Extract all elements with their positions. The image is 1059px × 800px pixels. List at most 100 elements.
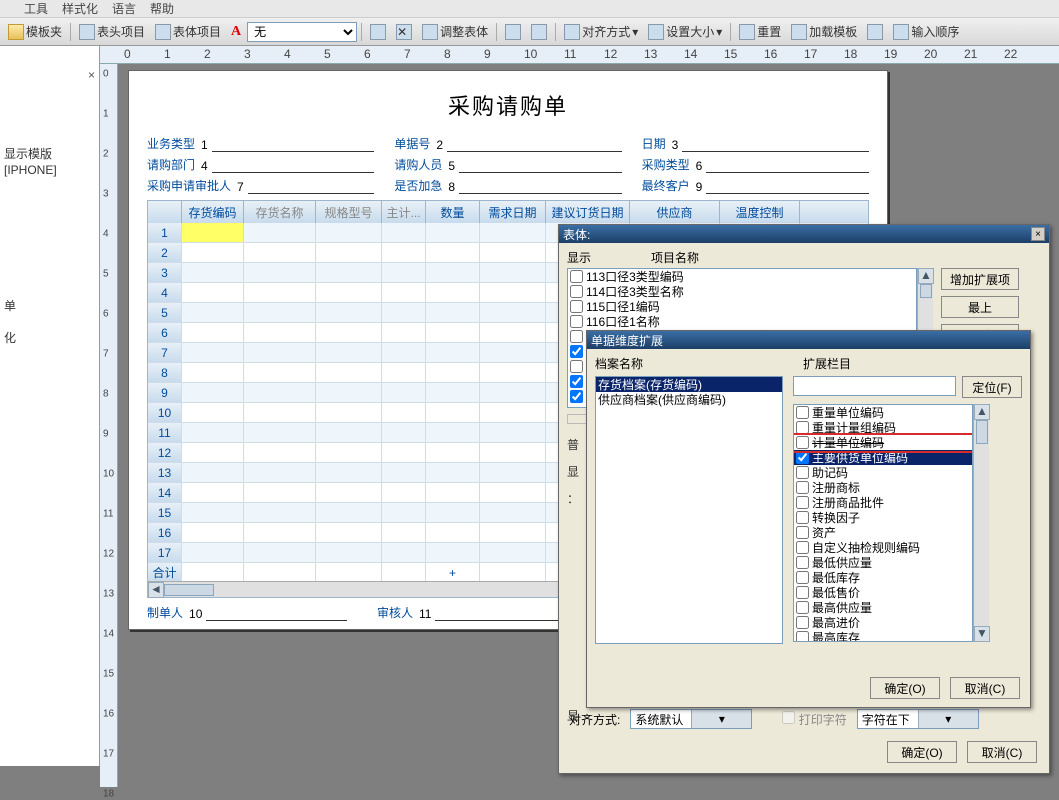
list-item[interactable]: 转换因子	[794, 510, 972, 525]
char-combo[interactable]: 字符在下▾	[857, 709, 979, 729]
field-input[interactable]	[459, 180, 622, 194]
tree-item[interactable]: [IPHONE]	[4, 162, 95, 178]
field-input[interactable]	[212, 138, 375, 152]
cancel-button[interactable]: 取消(C)	[967, 741, 1037, 763]
tb-icon-btn[interactable]	[501, 22, 525, 42]
scroll-down-icon[interactable]: ▼	[974, 626, 990, 642]
checkbox[interactable]	[796, 556, 809, 569]
scroll-thumb[interactable]	[920, 284, 932, 298]
font-button[interactable]: A	[227, 22, 245, 42]
field-input[interactable]	[248, 180, 375, 194]
tb-icon-btn[interactable]: ✕	[392, 22, 416, 42]
list-item[interactable]: 最高供应量	[794, 600, 972, 615]
list-item[interactable]: 注册商品批件	[794, 495, 972, 510]
body-items-button[interactable]: 表体项目	[151, 21, 225, 42]
templates-button[interactable]: 模板夹	[4, 21, 66, 42]
checkbox[interactable]	[796, 616, 809, 629]
checkbox[interactable]	[796, 481, 809, 494]
cancel-button[interactable]: 取消(C)	[950, 677, 1020, 699]
close-icon[interactable]: ×	[88, 68, 95, 82]
checkbox[interactable]	[570, 285, 583, 298]
menu-help[interactable]: 帮助	[150, 0, 174, 17]
col-header[interactable]: 建议订货日期	[546, 201, 630, 223]
lock-button[interactable]	[863, 22, 887, 42]
checkbox[interactable]	[570, 390, 583, 403]
font-combo[interactable]: 无	[247, 22, 357, 42]
scroll-left-icon[interactable]: ◄	[148, 582, 164, 598]
menu-tools[interactable]: 工具	[24, 0, 48, 17]
list-item[interactable]: 注册商标	[794, 480, 972, 495]
col-header[interactable]: 温度控制	[720, 201, 800, 223]
col-header[interactable]: 需求日期	[480, 201, 546, 223]
checkbox[interactable]	[796, 631, 809, 642]
checkbox[interactable]	[796, 436, 809, 449]
checkbox[interactable]	[796, 541, 809, 554]
col-header[interactable]: 数量	[426, 201, 480, 223]
dialog-titlebar[interactable]: 单据维度扩展	[587, 331, 1030, 349]
tree-item[interactable]: 显示模版	[4, 146, 95, 162]
checkbox[interactable]	[570, 300, 583, 313]
list-item[interactable]: 最低售价	[794, 585, 972, 600]
tree-item[interactable]: 单	[4, 298, 95, 314]
menu-lang[interactable]: 语言	[112, 0, 136, 17]
scroll-up-icon[interactable]: ▲	[918, 268, 934, 284]
col-header[interactable]: 主计...	[382, 201, 426, 223]
checkbox[interactable]	[796, 406, 809, 419]
print-checkbox[interactable]: 打印字符	[782, 711, 846, 728]
list-item[interactable]: 116口径1名称	[568, 314, 916, 329]
checkbox[interactable]	[796, 421, 809, 434]
top-button[interactable]: 最上	[941, 296, 1019, 318]
list-item[interactable]: 资产	[794, 525, 972, 540]
checkbox[interactable]	[570, 330, 583, 343]
ext-listbox[interactable]: 重量单位编码重量计量组编码计量单位编码主要供货单位编码助记码注册商标注册商品批件…	[793, 404, 973, 642]
field-input[interactable]	[447, 138, 622, 152]
list-item[interactable]: 113口径3类型编码	[568, 269, 916, 284]
add-ext-button[interactable]: 增加扩展项	[941, 268, 1019, 290]
field-input[interactable]	[206, 607, 347, 621]
template-tree[interactable]: 显示模版 [IPHONE] 单 化	[0, 46, 99, 346]
scroll-up-icon[interactable]: ▲	[974, 404, 990, 420]
menu-style[interactable]: 样式化	[62, 0, 98, 17]
chevron-down-icon[interactable]: ▾	[691, 710, 751, 728]
load-template-button[interactable]: 加载模板	[787, 21, 861, 42]
checkbox[interactable]	[796, 601, 809, 614]
chevron-down-icon[interactable]: ▾	[918, 710, 978, 728]
list-item[interactable]: 重量计量组编码	[794, 420, 972, 435]
field-input[interactable]	[706, 180, 869, 194]
checkbox[interactable]	[570, 360, 583, 373]
tb-icon-btn[interactable]	[366, 22, 390, 42]
list-item[interactable]: 主要供货单位编码	[794, 450, 972, 465]
list-item[interactable]: 存货档案(存货编码)	[596, 377, 782, 392]
checkbox[interactable]	[796, 526, 809, 539]
list-item[interactable]: 最低供应量	[794, 555, 972, 570]
list-item[interactable]: 最高库存	[794, 630, 972, 642]
ok-button[interactable]: 确定(O)	[887, 741, 957, 763]
tb-icon-btn[interactable]	[527, 22, 551, 42]
locate-button[interactable]: 定位(F)	[962, 376, 1022, 398]
align-button[interactable]: 对齐方式 ▾	[560, 21, 642, 42]
checkbox[interactable]	[796, 511, 809, 524]
checkbox[interactable]	[796, 466, 809, 479]
checkbox[interactable]	[570, 345, 583, 358]
col-header[interactable]: 存货名称	[244, 201, 316, 223]
checkbox[interactable]	[570, 270, 583, 283]
head-items-button[interactable]: 表头项目	[75, 21, 149, 42]
col-header[interactable]: 存货编码	[182, 201, 244, 223]
checkbox[interactable]	[796, 571, 809, 584]
field-input[interactable]	[682, 138, 869, 152]
field-input[interactable]	[706, 159, 869, 173]
list-item[interactable]: 114口径3类型名称	[568, 284, 916, 299]
archive-listbox[interactable]: 存货档案(存货编码)供应商档案(供应商编码)	[595, 376, 783, 644]
field-input[interactable]	[459, 159, 622, 173]
list-item[interactable]: 助记码	[794, 465, 972, 480]
list-item[interactable]: 供应商档案(供应商编码)	[596, 392, 782, 407]
field-input[interactable]	[212, 159, 375, 173]
list-item[interactable]: 自定义抽检规则编码	[794, 540, 972, 555]
tree-item[interactable]: 化	[4, 330, 95, 346]
list-item[interactable]: 最高进价	[794, 615, 972, 630]
list-item[interactable]: 115口径1编码	[568, 299, 916, 314]
locate-input[interactable]	[793, 376, 956, 396]
checkbox[interactable]	[796, 496, 809, 509]
scroll-thumb[interactable]	[164, 584, 214, 596]
adjust-body-button[interactable]: 调整表体	[418, 21, 492, 42]
